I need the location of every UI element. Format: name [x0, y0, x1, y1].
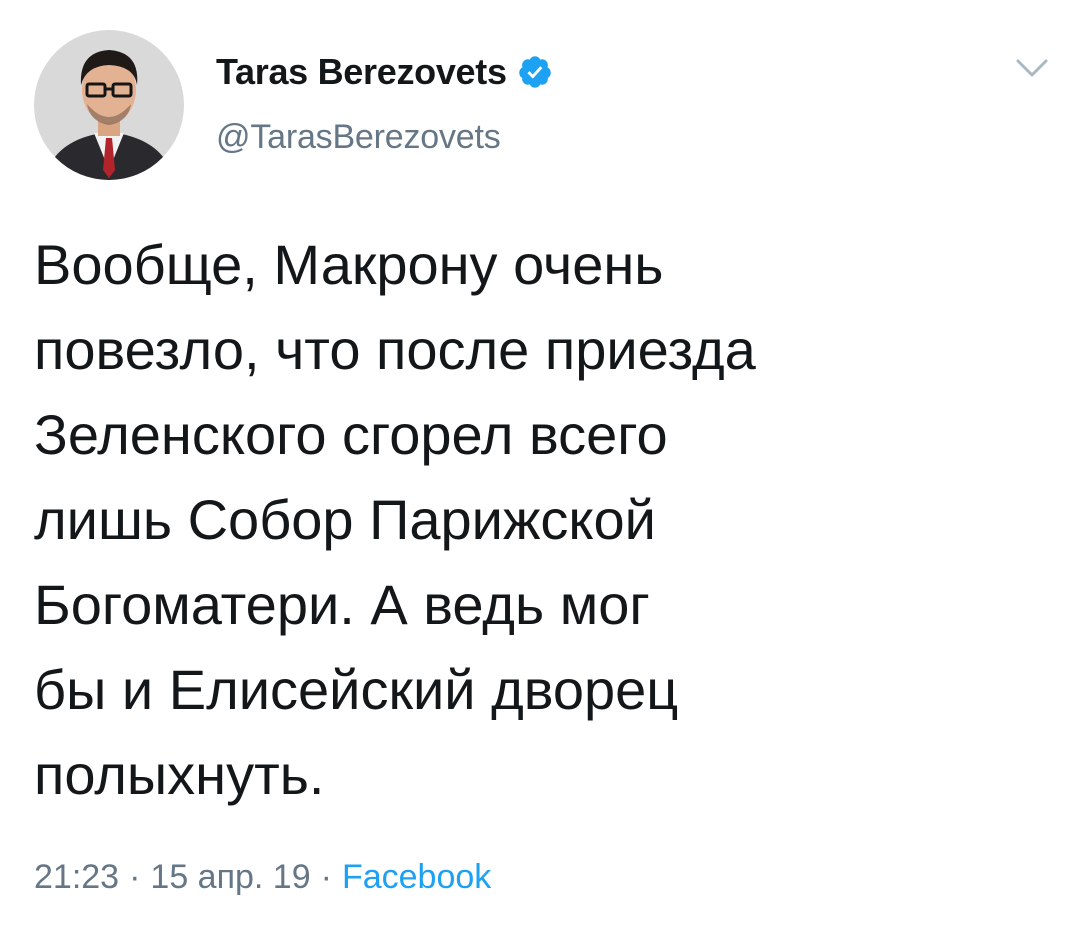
meta-separator: ·: [320, 858, 332, 896]
tweet-time[interactable]: 21:23: [34, 858, 119, 896]
tweet-text: Вообще, Макрону очень повезло, что после…: [34, 233, 756, 806]
tweet-date[interactable]: 15 апр. 19: [150, 858, 310, 896]
tweet-meta: 21:23 · 15 апр. 19 · Facebook: [34, 858, 491, 897]
verified-badge-icon: [517, 54, 553, 90]
chevron-down-icon[interactable]: [1014, 55, 1050, 81]
meta-separator: ·: [129, 858, 141, 896]
author-handle[interactable]: @TarasBerezovets: [216, 118, 501, 157]
author-name-row: Taras Berezovets: [216, 47, 553, 97]
user-avatar[interactable]: [34, 30, 184, 180]
avatar-photo: [34, 30, 184, 180]
author-display-name[interactable]: Taras Berezovets: [216, 51, 507, 93]
tweet-source-link[interactable]: Facebook: [342, 858, 491, 896]
